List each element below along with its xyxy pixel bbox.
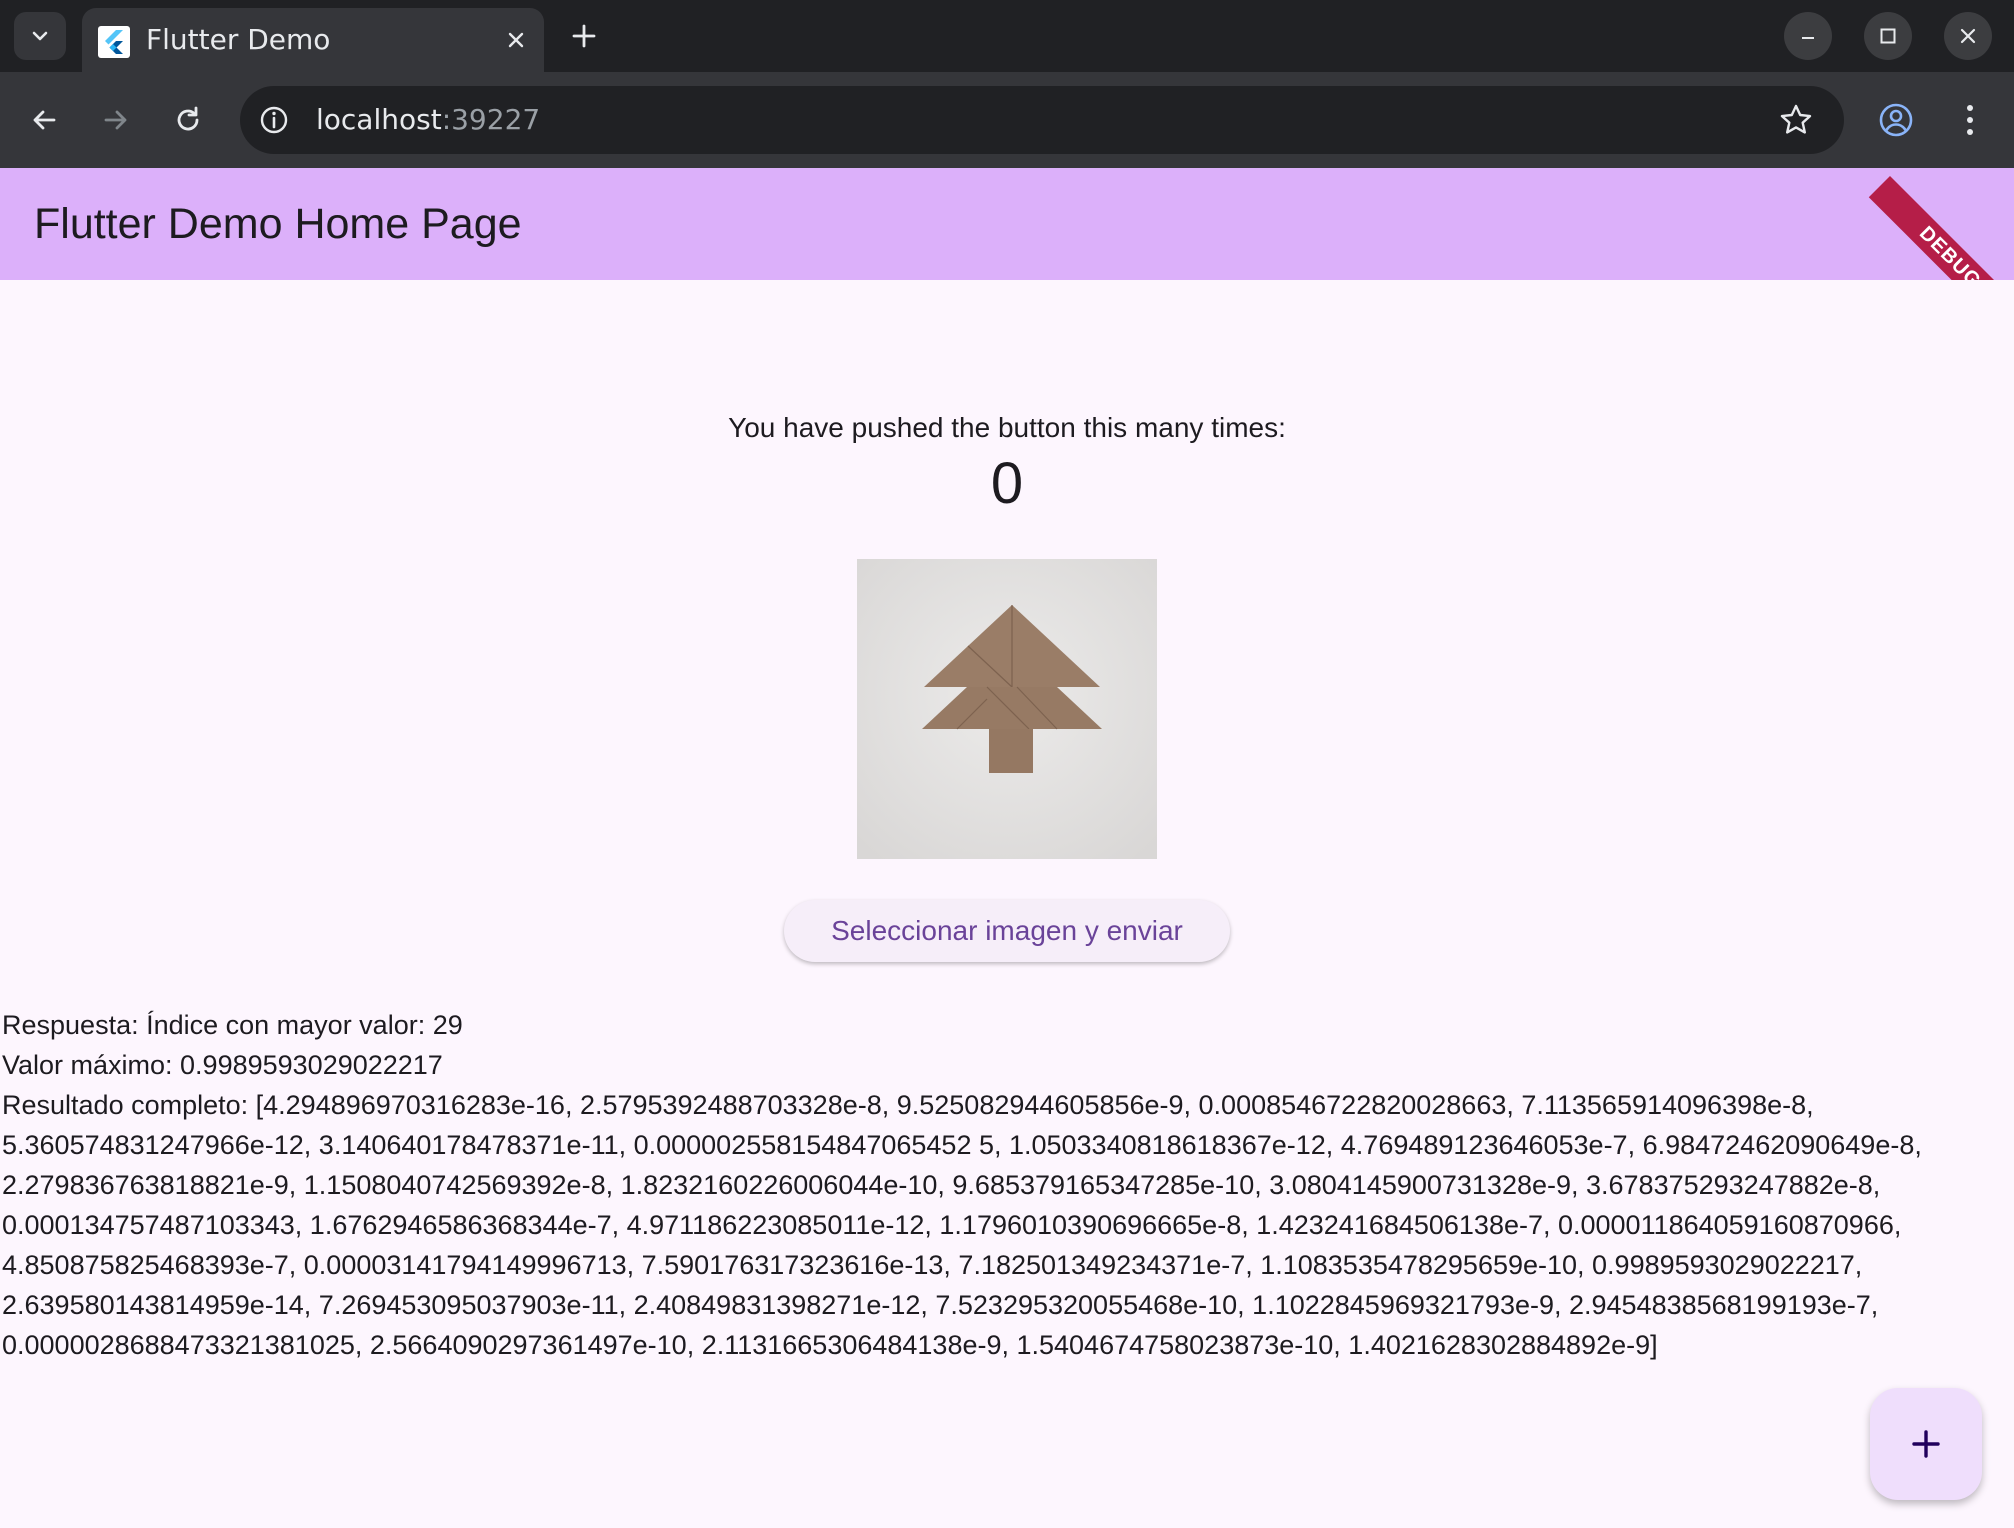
- counter-value: 0: [990, 451, 1024, 516]
- address-bar[interactable]: localhost:39227: [240, 86, 1844, 154]
- close-tab-icon[interactable]: [504, 28, 528, 52]
- bookmark-star-icon[interactable]: [1778, 102, 1814, 138]
- new-tab-icon[interactable]: [568, 20, 600, 52]
- maximize-icon: [1880, 28, 1896, 44]
- forward-button[interactable]: [92, 96, 140, 144]
- profile-button[interactable]: [1872, 96, 1920, 144]
- url-port: :39227: [441, 103, 541, 136]
- site-info-icon[interactable]: [258, 104, 290, 136]
- arrow-right-icon: [104, 110, 127, 130]
- url-host: localhost: [316, 103, 442, 136]
- close-icon: [1960, 28, 1976, 44]
- response-max-line: Valor máximo: 0.9989593029022217: [2, 1050, 443, 1080]
- browser-tab-strip: Flutter Demo: [0, 0, 2014, 72]
- arrow-left-icon: [33, 110, 56, 130]
- increment-fab[interactable]: [1870, 1388, 1982, 1500]
- flutter-favicon-icon: [98, 26, 130, 58]
- url-text: localhost:39227: [316, 102, 540, 138]
- selected-image-preview: [857, 559, 1157, 859]
- tab-title: Flutter Demo: [146, 23, 331, 56]
- debug-banner: DEBUG: [1868, 176, 2014, 280]
- more-vert-icon: [1967, 105, 1973, 135]
- back-button[interactable]: [20, 96, 68, 144]
- browser-tab[interactable]: Flutter Demo: [82, 8, 544, 72]
- tangram-tree-image: [857, 559, 1157, 859]
- reload-button[interactable]: [164, 96, 212, 144]
- maximize-button[interactable]: [1864, 12, 1912, 60]
- response-full-result: Resultado completo: [4.294896970316283e-…: [2, 1090, 1922, 1360]
- account-circle-icon: [1879, 103, 1913, 137]
- counter-label: You have pushed the button this many tim…: [728, 412, 1286, 443]
- response-index-line: Respuesta: Índice con mayor valor: 29: [2, 1010, 463, 1040]
- response-panel: Respuesta: Índice con mayor valor: 29 Va…: [2, 1005, 2007, 1365]
- page-title: Flutter Demo Home Page: [34, 200, 522, 248]
- select-image-button[interactable]: Seleccionar imagen y enviar: [784, 900, 1230, 962]
- tab-search-button[interactable]: [14, 12, 66, 60]
- plus-icon: [1912, 1430, 1940, 1458]
- minimize-icon: [1802, 37, 1814, 39]
- chevron-down-icon: [32, 31, 48, 41]
- browser-toolbar: localhost:39227: [0, 72, 2014, 168]
- app-bar: Flutter Demo Home Page DEBUG: [0, 168, 2014, 280]
- minimize-button[interactable]: [1784, 12, 1832, 60]
- browser-menu-button[interactable]: [1946, 96, 1994, 144]
- reload-icon: [177, 106, 199, 131]
- close-window-button[interactable]: [1944, 12, 1992, 60]
